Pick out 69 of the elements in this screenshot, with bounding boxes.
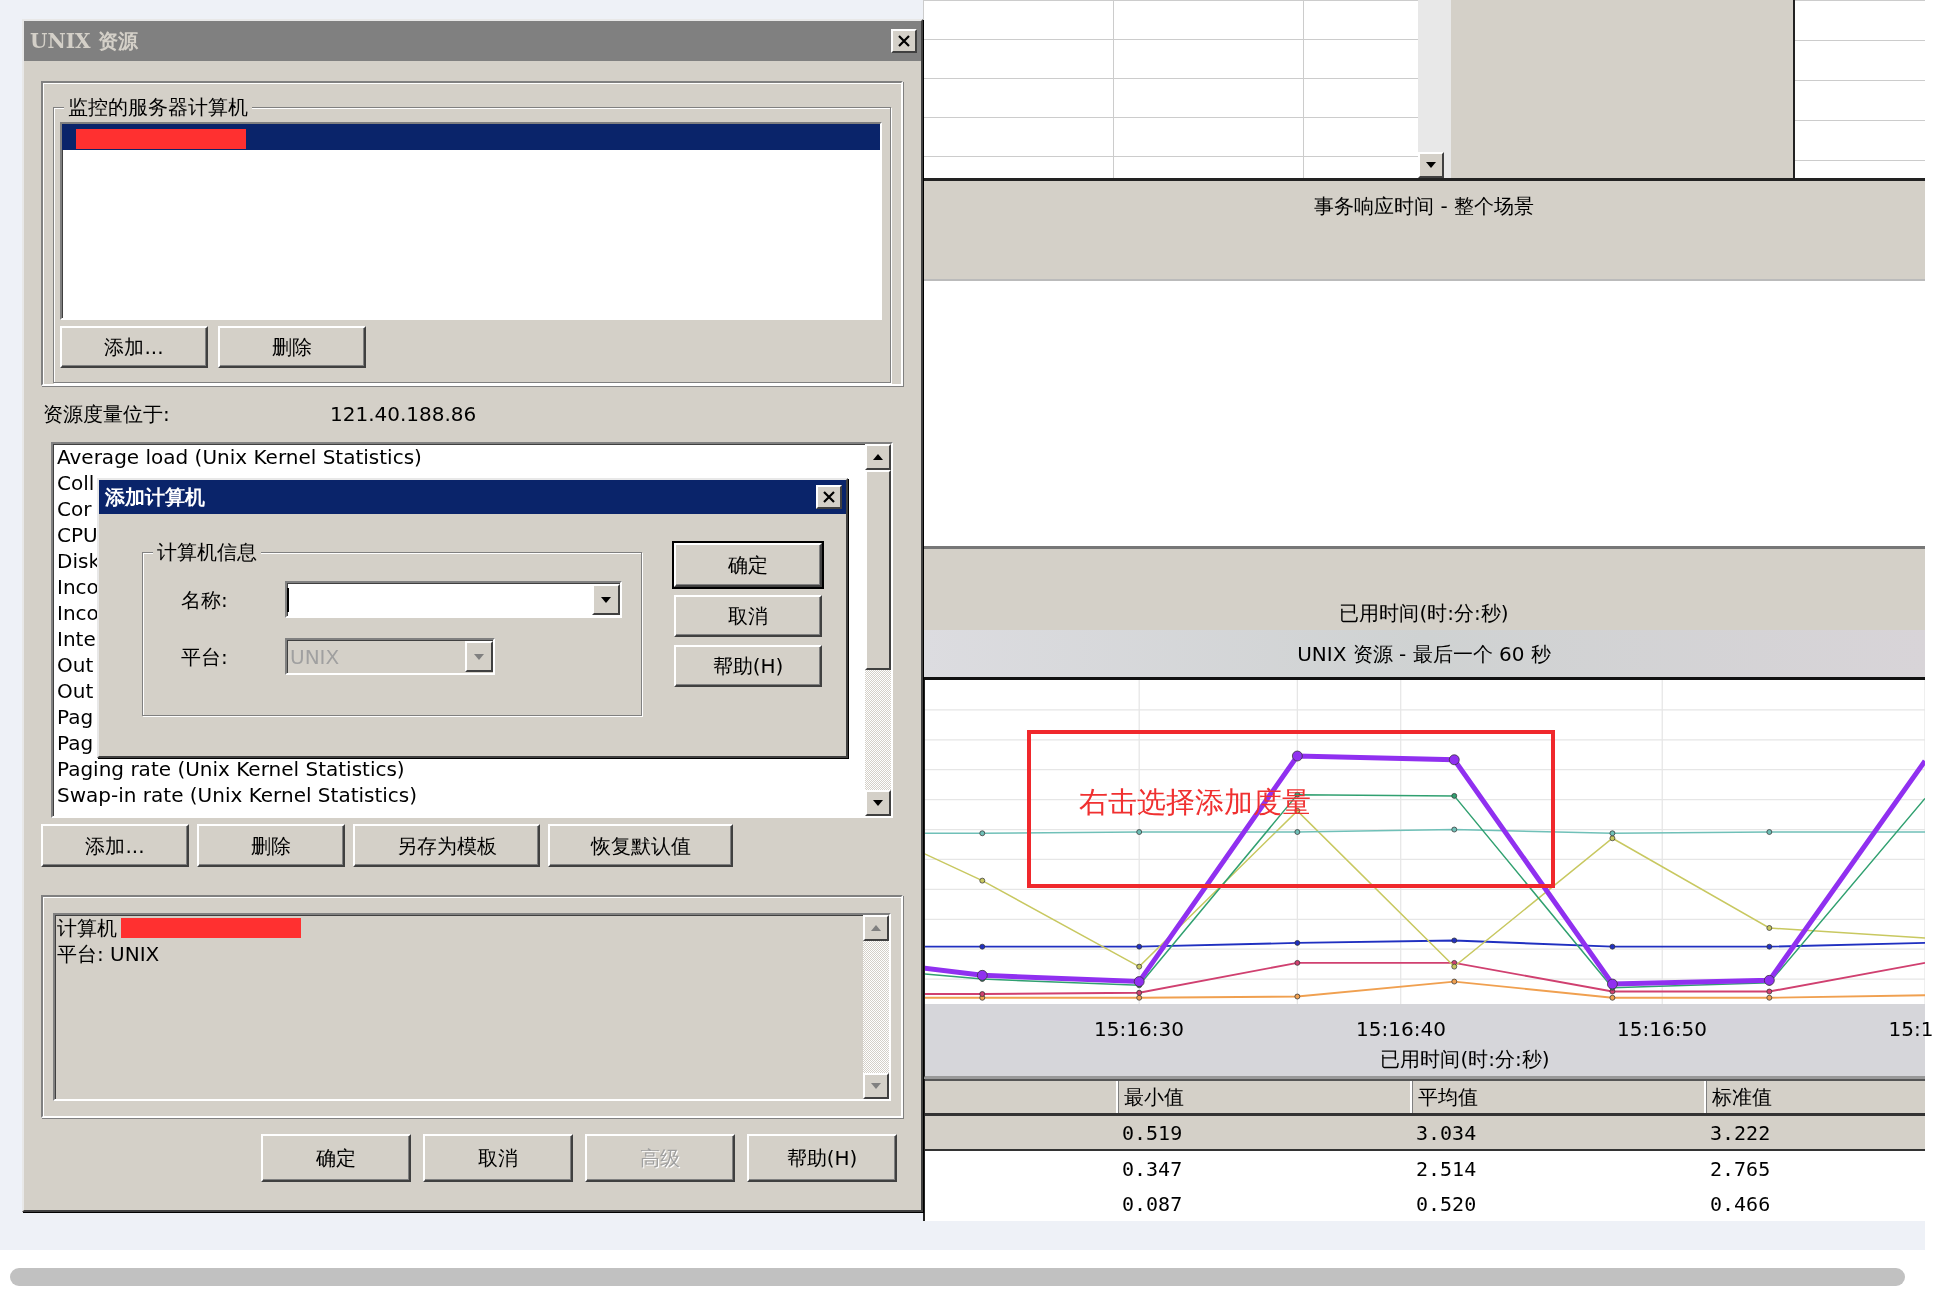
- table-cell-text: 2.765: [1709, 1155, 1772, 1183]
- window-title: 添加计算机: [105, 484, 205, 511]
- close-button[interactable]: [891, 29, 917, 53]
- scrollbar-thumb[interactable]: [865, 470, 891, 670]
- table-cell-text: 3.222: [1709, 1119, 1772, 1147]
- group-title: 计算机信息: [153, 539, 261, 565]
- scroll-up-button[interactable]: [865, 444, 891, 470]
- field-label: 平台:: [181, 643, 229, 671]
- down-arrow-icon: [873, 800, 883, 806]
- up-arrow-icon: [873, 454, 883, 460]
- button[interactable]: 添加...: [41, 824, 189, 867]
- scroll-down-button[interactable]: [1418, 152, 1444, 178]
- button[interactable]: 另存为模板: [353, 824, 540, 867]
- button[interactable]: 帮助(H): [674, 645, 822, 687]
- scrollbar[interactable]: [10, 1268, 1905, 1286]
- axis-tick-label: 15:16:50: [1617, 1016, 1707, 1043]
- table-cell-text: 0.520: [1415, 1190, 1478, 1218]
- button[interactable]: 恢复默认值: [548, 824, 733, 867]
- field-value: 121.40.188.86: [330, 401, 477, 428]
- button[interactable]: 取消: [674, 595, 822, 637]
- list-item[interactable]: Paging rate (Unix Kernel Statistics): [53, 756, 865, 782]
- button[interactable]: 确定: [674, 543, 822, 587]
- button[interactable]: 添加...: [60, 326, 208, 368]
- scroll-up-button[interactable]: [863, 915, 889, 941]
- axis-title: 已用时间(时:分:秒): [1339, 600, 1509, 627]
- up-arrow-icon: [871, 925, 881, 931]
- axis-title: 已用时间(时:分:秒): [1380, 1046, 1550, 1073]
- caret-icon: [474, 653, 484, 660]
- scrollbar[interactable]: [865, 444, 891, 816]
- chart-title: 事务响应时间 - 整个场景: [1314, 194, 1534, 218]
- list-item[interactable]: [62, 124, 880, 150]
- group-title: 监控的服务器计算机: [64, 94, 252, 120]
- chart-title: UNIX 资源 - 最后一个 60 秒: [1297, 640, 1551, 668]
- field-label: 资源度量位于:: [43, 401, 171, 428]
- field-label: 名称:: [181, 586, 229, 614]
- dropdown-field[interactable]: [285, 581, 622, 618]
- window-title: UNIX 资源: [30, 28, 138, 55]
- table-cell-text: 0.087: [1121, 1190, 1184, 1218]
- button[interactable]: 删除: [218, 326, 366, 368]
- list-item[interactable]: Swap-in rate (Unix Kernel Statistics): [53, 782, 865, 808]
- button[interactable]: 帮助(H): [747, 1134, 897, 1182]
- column-header[interactable]: 平均值: [1410, 1081, 1704, 1113]
- axis-tick-label: 15:1: [1888, 1016, 1934, 1043]
- axis-tick-label: 15:16:30: [1094, 1016, 1184, 1043]
- button[interactable]: 删除: [197, 824, 345, 867]
- axis-tick-label: 15:16:40: [1356, 1016, 1446, 1043]
- info-text: 计算机: [57, 915, 117, 941]
- table-cell-text: 3.034: [1415, 1119, 1478, 1147]
- table-cell-text: 0.347: [1121, 1155, 1184, 1183]
- down-arrow-icon: [1426, 162, 1436, 168]
- button[interactable]: 确定: [261, 1134, 411, 1182]
- list-item[interactable]: Average load (Unix Kernel Statistics): [53, 444, 865, 470]
- scroll-down-button[interactable]: [863, 1073, 889, 1099]
- table-cell-text: 2.514: [1415, 1155, 1478, 1183]
- table-cell-text: 0.466: [1709, 1190, 1772, 1218]
- dropdown-button[interactable]: [592, 584, 620, 615]
- down-arrow-icon: [871, 1083, 881, 1089]
- caret-icon: [601, 596, 611, 603]
- close-icon: [823, 491, 835, 503]
- scroll-down-button[interactable]: [865, 790, 891, 816]
- close-icon: [898, 35, 910, 47]
- info-text: 平台: UNIX: [57, 941, 160, 967]
- scrollbar[interactable]: [1418, 0, 1451, 178]
- table-cell-text: 0.519: [1121, 1119, 1184, 1147]
- column-header[interactable]: 最小值: [1116, 1081, 1410, 1113]
- button[interactable]: 取消: [423, 1134, 573, 1182]
- scrollbar[interactable]: [863, 915, 889, 1099]
- close-button[interactable]: [816, 485, 842, 509]
- column-header[interactable]: 标准值: [1704, 1081, 1956, 1113]
